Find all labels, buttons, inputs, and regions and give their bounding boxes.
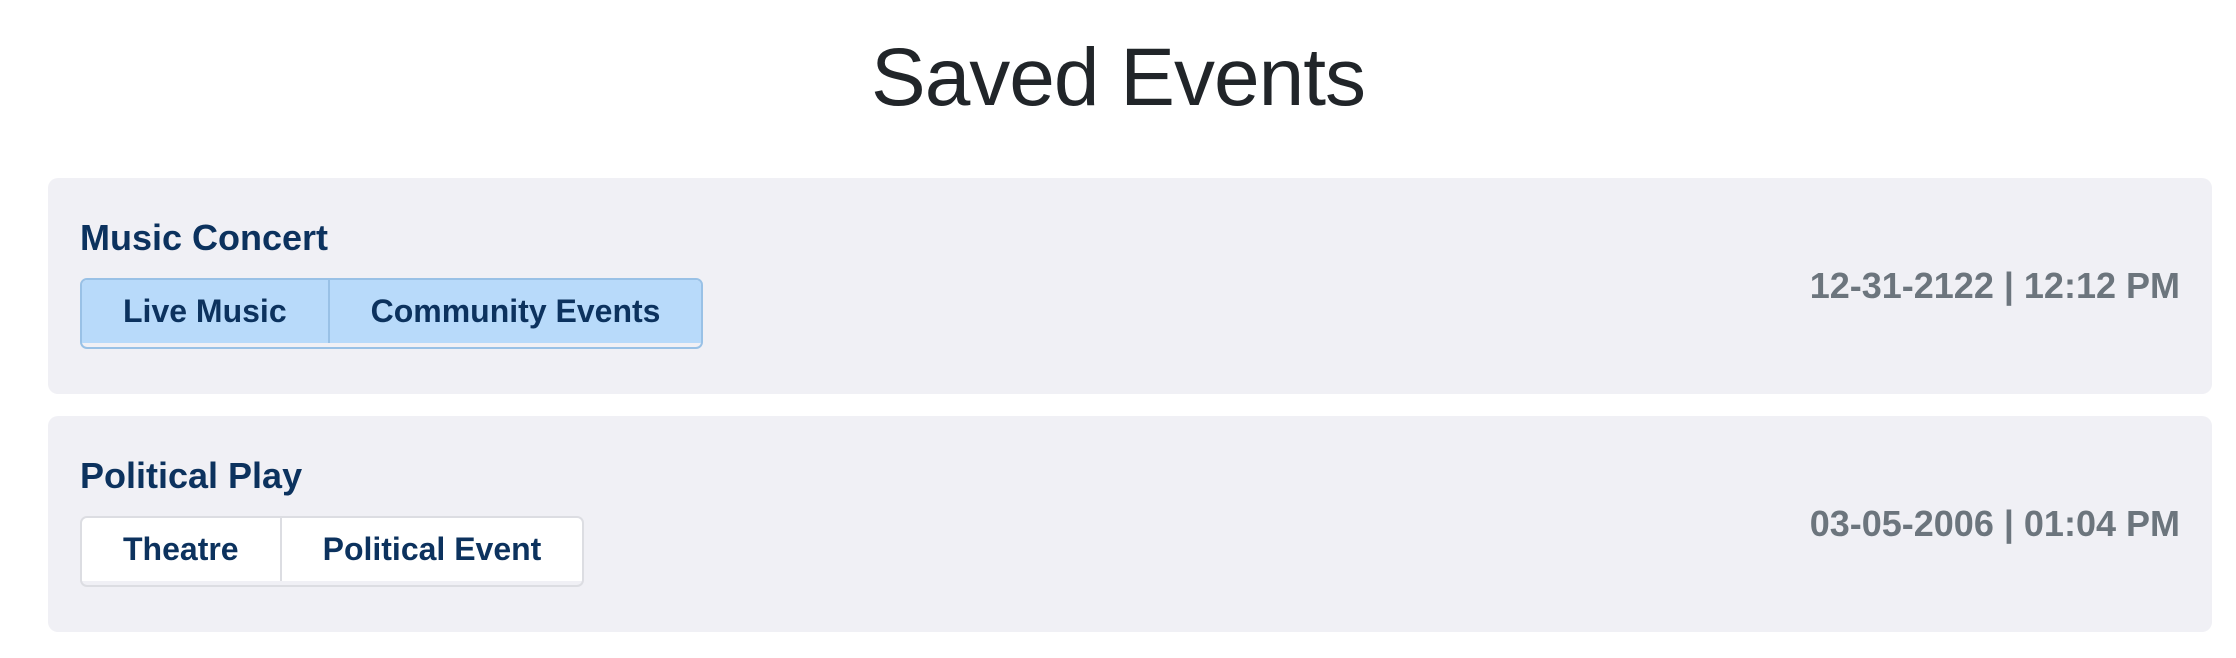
event-name[interactable]: Political Play bbox=[80, 452, 302, 500]
tag-political-event[interactable]: Political Event bbox=[279, 518, 583, 581]
page-title: Saved Events bbox=[871, 32, 1366, 123]
event-datetime: 03-05-2006 | 01:04 PM bbox=[1809, 503, 2180, 544]
saved-events-list: Music Concert Live Music Community Event… bbox=[48, 178, 2212, 654]
event-tags: Live Music Community Events bbox=[80, 278, 704, 349]
tag-community-events[interactable]: Community Events bbox=[327, 280, 702, 343]
event-card[interactable]: Political Play Theatre Political Event 0… bbox=[48, 416, 2212, 632]
tag-live-music[interactable]: Live Music bbox=[82, 280, 328, 343]
event-name[interactable]: Music Concert bbox=[80, 214, 328, 262]
event-tags: Theatre Political Event bbox=[80, 516, 585, 587]
tag-theatre[interactable]: Theatre bbox=[82, 518, 280, 581]
event-card[interactable]: Music Concert Live Music Community Event… bbox=[48, 178, 2212, 394]
event-datetime: 12-31-2122 | 12:12 PM bbox=[1809, 265, 2180, 306]
